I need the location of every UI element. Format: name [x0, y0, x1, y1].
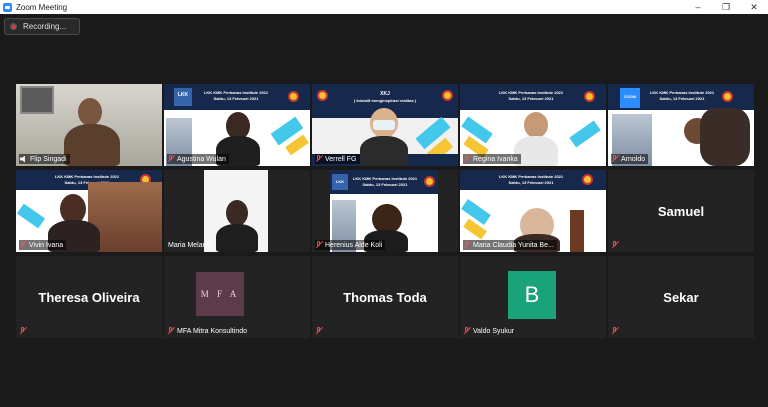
muted-mic-icon — [464, 241, 470, 249]
participant-name-tag: Herenius Alde Koli — [315, 240, 386, 250]
muted-mic-icon — [612, 241, 618, 249]
participant-name-tag: Vivin Ivana — [19, 240, 67, 250]
participant-tile-arnoldo[interactable]: ZOOM LKK KMK Perbanas Institute 2021 Sab… — [608, 84, 754, 166]
lkk-badge: LKK — [335, 179, 345, 184]
event-date: Sabtu, 13 Februari 2021 — [508, 96, 554, 101]
participant-tile-sekar[interactable]: Sekar — [608, 256, 754, 338]
institute-logo — [424, 176, 435, 187]
participant-tile-maria-melania[interactable]: Maria Melania — [164, 170, 310, 252]
person-head — [226, 200, 248, 226]
institute-logo — [582, 174, 593, 185]
person-head — [524, 112, 548, 138]
participant-name-tag: Verrell FG — [315, 154, 360, 164]
close-button[interactable]: ✕ — [740, 0, 768, 14]
xkj-title: XKJ — [380, 91, 390, 97]
event-title: LKK KMK Perbanas Institute 2021 — [498, 90, 564, 95]
participant-tile-herenius-alde-koli[interactable]: LKK LKK KMK Perbanas Institute 2021 Sabt… — [312, 170, 458, 252]
participant-avatar: B — [508, 271, 556, 319]
event-title: LKK KMK Perbanas Institute 2021 — [498, 174, 564, 179]
participant-tile-maria-claudia[interactable]: LKK KMK Perbanas Institute 2021 Sabtu, 1… — [460, 170, 606, 252]
institute-logo — [584, 91, 595, 102]
muted-mic-icon — [612, 327, 618, 335]
participant-tile-samuel[interactable]: Samuel — [608, 170, 754, 252]
muted-mic-icon — [464, 327, 470, 335]
speaking-icon — [20, 155, 25, 163]
person-body — [216, 224, 258, 252]
person-body — [700, 108, 750, 166]
participant-tile-regina-ivanka[interactable]: LKK KMK Perbanas Institute 2021 Sabtu, 1… — [460, 84, 606, 166]
institute-logo — [317, 90, 328, 101]
window-titlebar: Zoom Meeting – ❐ ✕ — [0, 0, 768, 14]
participant-tile-flip-singadi[interactable]: Flip Singadi — [16, 84, 162, 166]
institute-logo — [722, 91, 733, 102]
participant-name-tag: Regina Ivanka — [463, 154, 521, 164]
wall-frame — [20, 86, 54, 114]
institute-logo — [442, 90, 453, 101]
restore-button[interactable]: ❐ — [712, 0, 740, 14]
zoom-app-icon — [3, 2, 12, 12]
mfa-logo-image: M F A — [196, 272, 244, 316]
participant-name-tag: Flip Singadi — [19, 154, 70, 164]
participant-display-name: Sekar — [663, 289, 699, 305]
event-title: LKK KMK Perbanas Institute 2021 — [203, 90, 269, 95]
person-body — [64, 124, 120, 166]
event-date: Sabtu, 13 Februari 2021 — [213, 96, 259, 101]
muted-mic-icon — [168, 327, 174, 335]
event-title: LKK KMK Perbanas Institute 2021 — [352, 176, 418, 181]
muted-mic-icon — [316, 327, 322, 335]
xkj-subtitle: ( Inisiatif menginspirasi realitas ) — [353, 98, 417, 103]
recording-indicator[interactable]: Recording... — [4, 18, 80, 35]
participant-tile-verrell-fg[interactable]: XKJ ( Inisiatif menginspirasi realitas )… — [312, 84, 458, 166]
muted-mic-icon — [168, 155, 174, 163]
institute-logo — [288, 91, 299, 102]
record-icon — [10, 23, 17, 30]
furniture — [570, 210, 584, 252]
muted-mic-icon — [464, 155, 470, 163]
recording-label: Recording... — [23, 22, 67, 31]
event-date: Sabtu, 13 Februari 2021 — [362, 182, 408, 187]
participant-tile-agustina-wulan[interactable]: LKK LKK KMK Perbanas Institute 2021 Sabt… — [164, 84, 310, 166]
event-date: Sabtu, 13 Februari 2021 — [659, 96, 705, 101]
participant-name-tag: MFA Mitra Konsultindo — [167, 326, 250, 336]
muted-mic-icon — [20, 327, 26, 335]
event-title: LKK KMK Perbanas Institute 2021 — [649, 90, 715, 95]
participant-display-name: Thomas Toda — [343, 289, 427, 305]
muted-mic-icon — [612, 155, 618, 163]
face-mask — [373, 120, 395, 130]
event-title: LKK KMK Perbanas Institute 2021 — [54, 174, 120, 179]
muted-mic-icon — [316, 241, 322, 249]
participant-tile-thomas-toda[interactable]: Thomas Toda — [312, 256, 458, 338]
participant-display-name: Theresa Oliveira — [38, 289, 140, 305]
participant-name-tag: Maria Claudia Yunita Be... — [463, 240, 557, 250]
participant-tile-vivin-ivana[interactable]: LKK KMK Perbanas Institute 2021 Sabtu, 1… — [16, 170, 162, 252]
person-head — [78, 98, 102, 126]
person-body — [360, 136, 408, 166]
lkk-badge: LKK — [177, 92, 189, 98]
participant-name-tag: Maria Melania — [168, 241, 212, 249]
zoom-badge: ZOOM — [624, 94, 636, 99]
participant-name-tag: Valdo Syukur — [463, 326, 517, 336]
window-title: Zoom Meeting — [16, 2, 68, 12]
minimize-button[interactable]: – — [684, 0, 712, 14]
muted-mic-icon — [316, 155, 322, 163]
participant-name-tag: Arnoldo — [611, 154, 649, 164]
participant-tile-theresa-oliveira[interactable]: Theresa Oliveira — [16, 256, 162, 338]
participant-name-tag: Agustina Wulan — [167, 154, 229, 164]
event-date: Sabtu, 13 Februari 2021 — [508, 180, 554, 185]
muted-mic-icon — [20, 241, 26, 249]
participant-display-name: Samuel — [657, 203, 705, 219]
